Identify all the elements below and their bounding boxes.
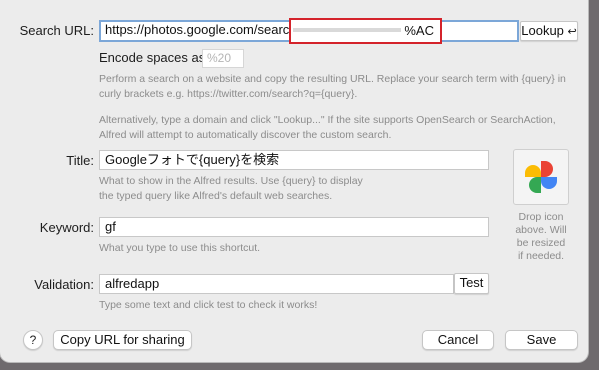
test-button-label: Test xyxy=(459,275,484,290)
validation-help-text: Type some text and click test to check i… xyxy=(99,299,318,311)
lookup-button-label: Lookup xyxy=(521,23,564,38)
title-help-line-2: the typed query like Alfred's default we… xyxy=(99,190,333,202)
title-label: Title: xyxy=(66,153,94,168)
title-value: Googleフォトで{query}を検索 xyxy=(105,152,280,167)
icon-drop-well[interactable] xyxy=(513,149,569,205)
save-button[interactable]: Save xyxy=(505,330,578,350)
url-help-line-3: Alternatively, type a domain and click "… xyxy=(99,114,556,126)
cancel-button[interactable]: Cancel xyxy=(422,330,494,350)
keyword-value: gf xyxy=(105,219,116,234)
icon-caption-line-4: if needed. xyxy=(517,250,565,262)
search-url-value-suffix: %AC xyxy=(404,23,434,38)
encode-spaces-placeholder: %20 xyxy=(207,51,232,65)
icon-caption-line-1: Drop icon xyxy=(518,211,564,223)
encode-spaces-input[interactable]: %20 xyxy=(202,49,244,68)
google-photos-pinwheel-icon xyxy=(525,161,557,193)
title-help-line-1: What to show in the Alfred results. Use … xyxy=(99,175,363,187)
encode-spaces-label: Encode spaces as xyxy=(99,50,206,65)
icon-drop-caption: Drop icon above. Will be resized if need… xyxy=(505,211,577,263)
lookup-button[interactable]: Lookup ↩ xyxy=(520,21,578,41)
return-key-icon: ↩ xyxy=(567,26,577,38)
title-help-text: What to show in the Alfred results. Use … xyxy=(99,174,499,204)
search-url-label: Search URL: xyxy=(19,23,94,38)
help-question-icon: ? xyxy=(29,333,37,347)
search-config-dialog: Search URL: https://photos.google.com/se… xyxy=(0,0,588,362)
test-button[interactable]: Test xyxy=(454,273,489,294)
keyword-label: Keyword: xyxy=(39,220,94,235)
validation-input[interactable]: alfredapp xyxy=(99,274,454,294)
url-help-line-1: Perform a search on a website and copy t… xyxy=(99,73,566,85)
keyword-help-text: What you type to use this shortcut. xyxy=(99,242,261,254)
title-input[interactable]: Googleフォトで{query}を検索 xyxy=(99,150,489,170)
cancel-button-label: Cancel xyxy=(437,332,479,347)
search-url-obscured-text xyxy=(293,28,401,32)
validation-value: alfredapp xyxy=(105,276,160,291)
url-help-text: Perform a search on a website and copy t… xyxy=(99,72,569,143)
copy-url-for-sharing-button[interactable]: Copy URL for sharing xyxy=(53,330,192,350)
icon-caption-line-2: above. Will xyxy=(515,224,567,236)
help-button[interactable]: ? xyxy=(23,330,43,350)
keyword-input[interactable]: gf xyxy=(99,217,489,237)
save-button-label: Save xyxy=(526,332,557,347)
validation-label: Validation: xyxy=(34,277,94,292)
icon-caption-line-3: be resized xyxy=(516,237,566,249)
copy-url-button-label: Copy URL for sharing xyxy=(60,332,185,347)
url-highlight-box: %AC xyxy=(289,18,442,44)
url-help-line-2: curly brackets e.g. https://twitter.com/… xyxy=(99,88,358,100)
url-help-line-4: Alfred will attempt to automatically dis… xyxy=(99,129,392,141)
